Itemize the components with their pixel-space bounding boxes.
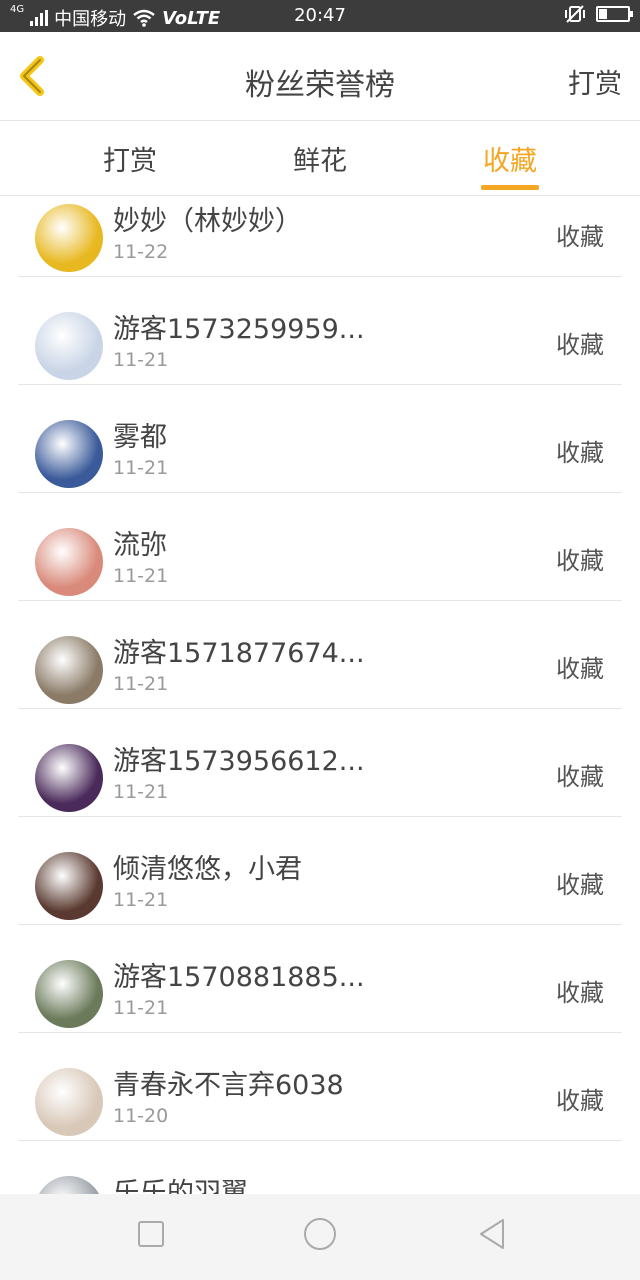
item-date: 11-21 — [113, 997, 169, 1019]
circle-home-icon[interactable] — [302, 1216, 338, 1252]
list-item[interactable]: 游客1573259959... 11-21 收藏 — [18, 277, 622, 385]
battery-icon — [596, 6, 633, 22]
status-right — [564, 5, 633, 23]
action-label: 收藏 — [556, 763, 604, 791]
list-item[interactable]: 乐乐的羽翼收藏 — [18, 1141, 622, 1194]
square-recents-icon[interactable] — [136, 1219, 166, 1249]
avatar[interactable] — [35, 852, 103, 920]
active-tab-indicator — [481, 185, 539, 190]
tab-favorites[interactable]: 收藏 — [450, 139, 570, 178]
fan-list: 妙妙（林妙妙） 11-22 收藏 游客1573259959... 11-21 收藏 雾都 11… — [0, 196, 640, 1194]
action-label: 收藏 — [556, 655, 604, 683]
action-label: 收藏 — [556, 331, 604, 359]
list-item[interactable]: 游客1570881885... 11-21 收藏 — [18, 925, 622, 1033]
list-item[interactable]: 倾清悠悠，小君 11-21 收藏 — [18, 817, 622, 925]
avatar[interactable] — [35, 1068, 103, 1136]
item-date: 11-21 — [113, 565, 169, 587]
list-item[interactable]: 雾都 11-21 收藏 — [18, 385, 622, 493]
list-item[interactable]: 妙妙（林妙妙） 11-22 收藏 — [18, 196, 622, 277]
system-nav-bar — [0, 1194, 640, 1280]
user-name: 流弥 — [113, 530, 167, 561]
item-date: 11-21 — [113, 673, 169, 695]
avatar[interactable] — [35, 1176, 103, 1194]
list-item[interactable]: 青春永不言弃6038 11-20 收藏 — [18, 1033, 622, 1141]
item-date: 11-21 — [113, 349, 169, 371]
list-item[interactable]: 流弥 11-21 收藏 — [18, 493, 622, 601]
action-label: 收藏 — [556, 223, 604, 251]
user-name: 游客1573259959... — [113, 314, 365, 345]
avatar[interactable] — [35, 960, 103, 1028]
app-header: 粉丝荣誉榜 打赏 — [0, 32, 640, 121]
avatar[interactable] — [35, 312, 103, 380]
list-item[interactable]: 游客1573956612... 11-21 收藏 — [18, 709, 622, 817]
tab-bar: 打赏 鲜花 收藏 — [0, 121, 640, 196]
status-time: 20:47 — [294, 5, 346, 26]
user-name: 游客1571877674... — [113, 638, 365, 669]
action-label: 收藏 — [556, 1087, 604, 1115]
triangle-back-icon[interactable] — [476, 1217, 508, 1251]
user-name: 青春永不言弃6038 — [113, 1070, 344, 1101]
action-label: 收藏 — [556, 871, 604, 899]
user-name: 妙妙（林妙妙） — [113, 206, 302, 237]
vibrate-icon — [565, 5, 585, 23]
reward-button[interactable]: 打赏 — [568, 62, 622, 101]
item-date: 11-20 — [113, 1105, 169, 1127]
page-title: 粉丝荣誉榜 — [245, 68, 395, 103]
avatar[interactable] — [35, 636, 103, 704]
user-name: 游客1570881885... — [113, 962, 365, 993]
status-bar: 4G 中国移动 VoLTE 20:47 — [0, 0, 640, 32]
user-name: 雾都 — [113, 422, 167, 453]
action-label: 收藏 — [556, 439, 604, 467]
tab-flowers[interactable]: 鲜花 — [260, 139, 380, 178]
user-name: 游客1573956612... — [113, 746, 365, 777]
avatar[interactable] — [35, 744, 103, 812]
item-date: 11-21 — [113, 457, 169, 479]
avatar[interactable] — [35, 420, 103, 488]
list-item[interactable]: 游客1571877674... 11-21 收藏 — [18, 601, 622, 709]
user-name: 倾清悠悠，小君 — [113, 854, 302, 885]
avatar[interactable] — [35, 528, 103, 596]
tab-reward[interactable]: 打赏 — [70, 139, 190, 178]
action-label: 收藏 — [556, 979, 604, 1007]
item-date: 11-21 — [113, 781, 169, 803]
item-date: 11-21 — [113, 889, 169, 911]
avatar[interactable] — [35, 204, 103, 272]
item-date: 11-22 — [113, 241, 169, 263]
action-label: 收藏 — [556, 547, 604, 575]
user-name: 乐乐的羽翼 — [113, 1178, 248, 1194]
